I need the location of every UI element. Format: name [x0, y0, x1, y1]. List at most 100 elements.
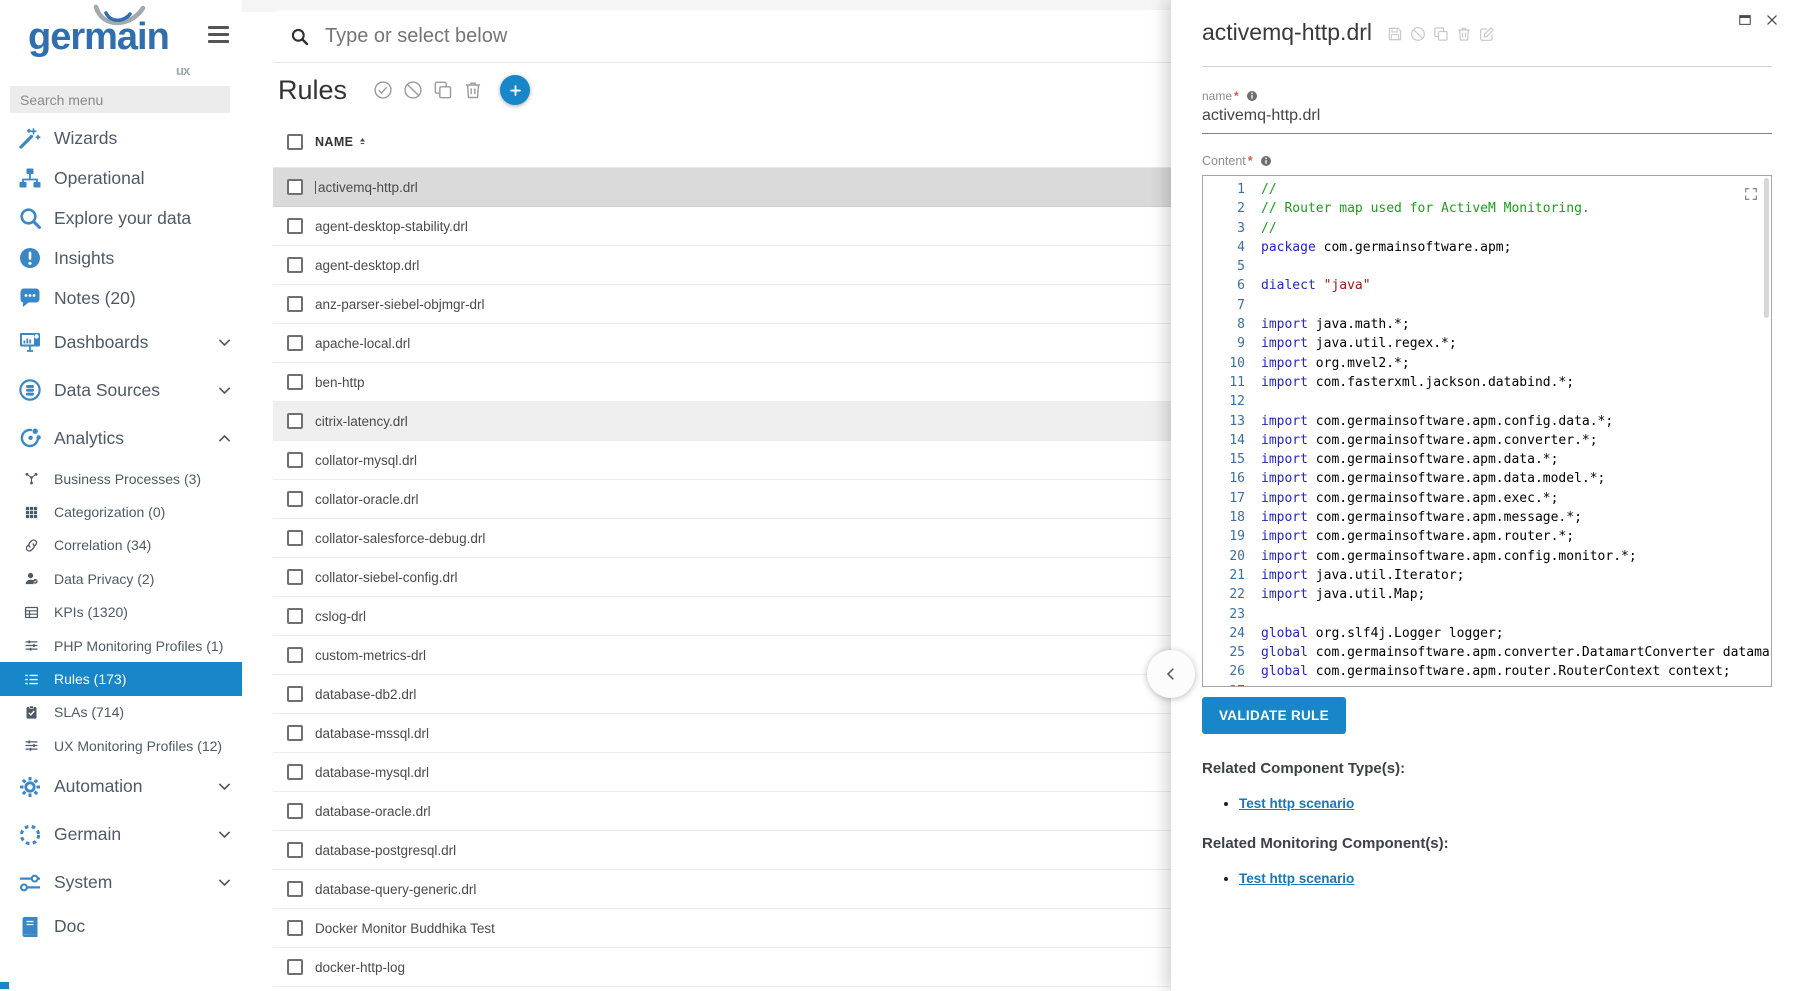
- table-row[interactable]: activemq-http.drl: [273, 168, 1171, 207]
- close-panel-button[interactable]: [1765, 13, 1779, 27]
- sidebar-item-automation[interactable]: Automation: [0, 763, 242, 811]
- row-checkbox[interactable]: [287, 335, 303, 351]
- sidebar-item-analytics[interactable]: Analytics: [0, 414, 242, 462]
- row-checkbox[interactable]: [287, 530, 303, 546]
- related-link[interactable]: Test http scenario: [1239, 871, 1354, 886]
- rule-name[interactable]: database-mssql.drl: [315, 726, 429, 741]
- rule-name[interactable]: Docker Monitor Buddhika Test: [315, 921, 495, 936]
- sidebar-item-data-sources[interactable]: Data Sources: [0, 366, 242, 414]
- row-checkbox[interactable]: [287, 218, 303, 234]
- row-checkbox[interactable]: [287, 491, 303, 507]
- disable-rule-button[interactable]: [1410, 26, 1426, 42]
- rule-name[interactable]: citrix-latency.drl: [315, 414, 408, 429]
- sidebar-item-insights[interactable]: Insights: [0, 238, 242, 278]
- delete-rule-button[interactable]: [1456, 26, 1472, 42]
- add-rule-button[interactable]: [500, 75, 530, 105]
- table-row[interactable]: agent-desktop-stability.drl: [273, 207, 1171, 246]
- table-row[interactable]: database-query-generic.drl: [273, 870, 1171, 909]
- row-checkbox[interactable]: [287, 803, 303, 819]
- validate-rule-button[interactable]: VALIDATE RULE: [1202, 697, 1346, 734]
- sidebar-item-data-privacy-2[interactable]: Data Privacy (2): [0, 562, 242, 595]
- rule-name[interactable]: database-postgresql.drl: [315, 843, 456, 858]
- table-row[interactable]: anz-parser-siebel-objmgr-drl: [273, 285, 1171, 324]
- rule-name[interactable]: anz-parser-siebel-objmgr-drl: [315, 297, 485, 312]
- rule-name[interactable]: database-db2.drl: [315, 687, 416, 702]
- table-row[interactable]: collator-mysql.drl: [273, 441, 1171, 480]
- rule-name[interactable]: agent-desktop.drl: [315, 258, 419, 273]
- table-row[interactable]: database-oracle.drl: [273, 792, 1171, 831]
- fullscreen-editor-button[interactable]: [1743, 186, 1759, 202]
- rule-name[interactable]: custom-metrics-drl: [315, 648, 426, 663]
- table-row[interactable]: database-mssql.drl: [273, 714, 1171, 753]
- sidebar-item-dashboards[interactable]: Dashboards: [0, 318, 242, 366]
- row-checkbox[interactable]: [287, 257, 303, 273]
- row-checkbox[interactable]: [287, 764, 303, 780]
- rule-name[interactable]: docker-http-log: [315, 960, 405, 975]
- rule-name[interactable]: collator-mysql.drl: [315, 453, 417, 468]
- sidebar-item-notes-20[interactable]: Notes (20): [0, 278, 242, 318]
- rule-name[interactable]: database-mysql.drl: [315, 765, 429, 780]
- table-row[interactable]: database-mysql.drl: [273, 753, 1171, 792]
- select-all-checkbox[interactable]: [287, 134, 303, 150]
- row-checkbox[interactable]: [287, 842, 303, 858]
- row-checkbox[interactable]: [287, 569, 303, 585]
- filter-search-input[interactable]: [323, 24, 1171, 49]
- row-checkbox[interactable]: [287, 725, 303, 741]
- sidebar-item-wizards[interactable]: Wizards: [0, 118, 242, 158]
- table-row[interactable]: cslog-drl: [273, 597, 1171, 636]
- rule-name[interactable]: ben-http: [315, 375, 365, 390]
- row-checkbox[interactable]: [287, 452, 303, 468]
- table-row[interactable]: citrix-latency.drl: [273, 402, 1171, 441]
- rule-name[interactable]: agent-desktop-stability.drl: [315, 219, 468, 234]
- row-checkbox[interactable]: [287, 608, 303, 624]
- rule-name[interactable]: apache-local.drl: [315, 336, 410, 351]
- sidebar-item-system[interactable]: System: [0, 859, 242, 907]
- sidebar-item-doc[interactable]: Doc: [0, 907, 242, 947]
- sidebar-item-categorization-0[interactable]: Categorization (0): [0, 495, 242, 528]
- rule-name[interactable]: database-oracle.drl: [315, 804, 431, 819]
- sidebar-item-business-processes-3[interactable]: Business Processes (3): [0, 462, 242, 495]
- sidebar-item-rules-173[interactable]: Rules (173): [0, 662, 242, 695]
- rule-name[interactable]: collator-siebel-config.drl: [315, 570, 458, 585]
- sidebar-search-input[interactable]: [10, 86, 230, 113]
- collapse-panel-button[interactable]: [1147, 650, 1195, 698]
- sidebar-item-explore-your-data[interactable]: Explore your data: [0, 198, 242, 238]
- column-header-name[interactable]: NAME: [315, 135, 368, 149]
- row-checkbox[interactable]: [287, 647, 303, 663]
- sidebar-item-ux-monitoring-profiles-12[interactable]: UX Monitoring Profiles (12): [0, 729, 242, 762]
- table-row[interactable]: docker-http-log: [273, 948, 1171, 987]
- table-row[interactable]: Docker Monitor Buddhika Test: [273, 909, 1171, 948]
- rule-name[interactable]: activemq-http.drl: [315, 180, 418, 195]
- sidebar-item-kpis-1320[interactable]: KPIs (1320): [0, 596, 242, 629]
- duplicate-button[interactable]: [433, 80, 453, 100]
- enable-button[interactable]: [373, 80, 393, 100]
- rule-content-editor[interactable]: 1//2// Router map used for ActiveM Monit…: [1202, 175, 1772, 687]
- sidebar-item-slas-714[interactable]: SLAs (714): [0, 696, 242, 729]
- sidebar-item-operational[interactable]: Operational: [0, 158, 242, 198]
- table-row[interactable]: agent-desktop.drl: [273, 246, 1171, 285]
- hamburger-menu-icon[interactable]: [208, 26, 232, 47]
- rule-name[interactable]: database-query-generic.drl: [315, 882, 476, 897]
- table-row[interactable]: collator-oracle.drl: [273, 480, 1171, 519]
- sidebar-item-correlation-34[interactable]: Correlation (34): [0, 529, 242, 562]
- row-checkbox[interactable]: [287, 686, 303, 702]
- editor-scrollbar[interactable]: [1764, 178, 1769, 318]
- disable-button[interactable]: [403, 80, 423, 100]
- table-row[interactable]: collator-salesforce-debug.drl: [273, 519, 1171, 558]
- row-checkbox[interactable]: [287, 179, 303, 195]
- rule-name[interactable]: collator-oracle.drl: [315, 492, 419, 507]
- row-checkbox[interactable]: [287, 296, 303, 312]
- related-link[interactable]: Test http scenario: [1239, 796, 1354, 811]
- table-row[interactable]: database-postgresql.drl: [273, 831, 1171, 870]
- row-checkbox[interactable]: [287, 920, 303, 936]
- sidebar-item-germain[interactable]: Germain: [0, 811, 242, 859]
- sidebar-item-php-monitoring-profiles-1[interactable]: PHP Monitoring Profiles (1): [0, 629, 242, 662]
- table-row[interactable]: apache-local.drl: [273, 324, 1171, 363]
- table-row[interactable]: ben-http: [273, 363, 1171, 402]
- duplicate-rule-button[interactable]: [1433, 26, 1449, 42]
- edit-rule-button[interactable]: [1479, 26, 1495, 42]
- delete-button[interactable]: [463, 80, 483, 100]
- row-checkbox[interactable]: [287, 881, 303, 897]
- table-row[interactable]: database-db2.drl: [273, 675, 1171, 714]
- row-checkbox[interactable]: [287, 959, 303, 975]
